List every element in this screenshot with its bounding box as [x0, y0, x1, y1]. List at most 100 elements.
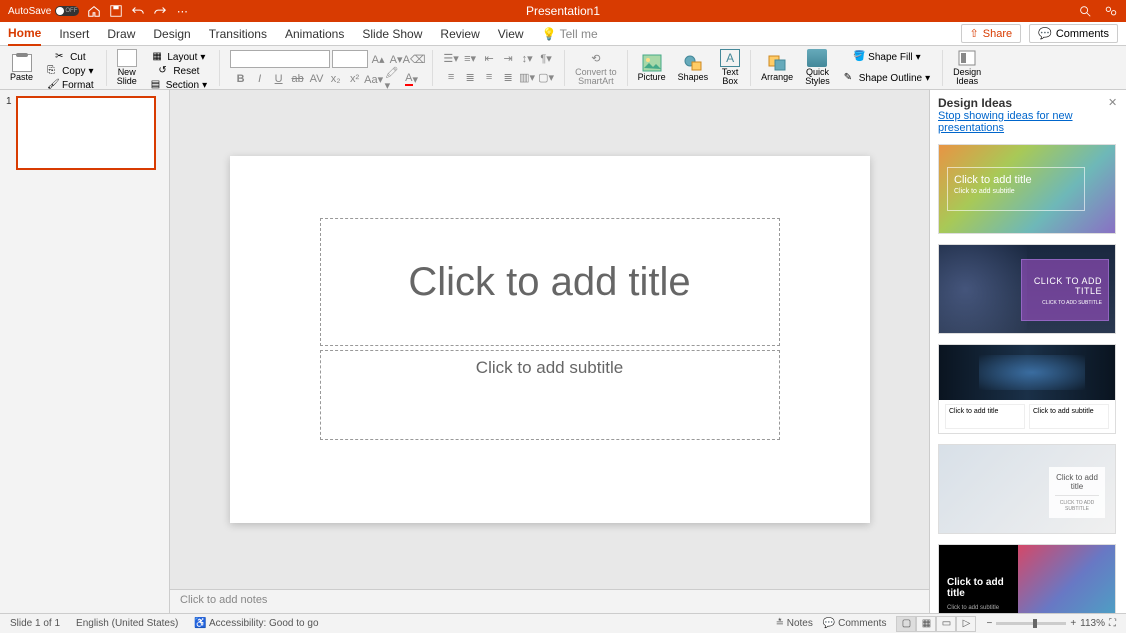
- close-panel-button[interactable]: ✕: [1108, 96, 1120, 108]
- increase-indent-button[interactable]: ⇥: [500, 50, 516, 66]
- document-title: Presentation1: [526, 4, 600, 18]
- shadow-button[interactable]: AV: [309, 71, 325, 87]
- design-idea-4[interactable]: Click to add titleCLICK TO ADD SUBTITLE: [938, 444, 1116, 534]
- align-right-button[interactable]: ≡: [481, 69, 497, 85]
- slide-thumbnail-1[interactable]: [16, 96, 156, 170]
- columns-button[interactable]: ▥▾: [519, 69, 535, 85]
- comments-button[interactable]: 💬 Comments: [1029, 24, 1118, 43]
- sorter-view-button[interactable]: ▦: [916, 616, 936, 632]
- design-idea-5[interactable]: Click to add titleClick to add subtitle: [938, 544, 1116, 613]
- copy-button[interactable]: ⎘Copy ▾: [45, 64, 95, 78]
- increase-font-button[interactable]: A▴: [370, 51, 386, 67]
- account-icon[interactable]: [1104, 4, 1118, 18]
- clear-format-button[interactable]: A⌫: [406, 51, 422, 67]
- tab-review[interactable]: Review: [440, 23, 479, 45]
- align-left-button[interactable]: ≡: [443, 69, 459, 85]
- search-icon[interactable]: [1078, 4, 1092, 18]
- panel-title: Design Ideas: [938, 96, 1118, 110]
- slide-counter: Slide 1 of 1: [10, 618, 60, 629]
- notes-pane[interactable]: Click to add notes: [170, 589, 929, 613]
- thumb-number: 1: [6, 96, 12, 170]
- bullets-button[interactable]: ☰▾: [443, 50, 459, 66]
- comments-toggle[interactable]: 💬 Comments: [823, 618, 887, 629]
- normal-view-button[interactable]: ▢: [896, 616, 916, 632]
- save-icon[interactable]: [109, 4, 123, 18]
- align-center-button[interactable]: ≣: [462, 69, 478, 85]
- statusbar: Slide 1 of 1 English (United States) ♿ A…: [0, 613, 1126, 633]
- bucket-icon: 🪣: [853, 51, 865, 63]
- underline-button[interactable]: U: [271, 71, 287, 87]
- cut-button[interactable]: ✂Cut: [53, 50, 88, 64]
- tab-animations[interactable]: Animations: [285, 23, 344, 45]
- zoom-out-button[interactable]: −: [986, 618, 992, 629]
- reading-view-button[interactable]: ▭: [936, 616, 956, 632]
- fit-to-window-button[interactable]: ⛶: [1109, 618, 1116, 629]
- autosave-toggle[interactable]: AutoSave OFF: [8, 6, 79, 17]
- strike-button[interactable]: ab: [290, 71, 306, 87]
- font-family-select[interactable]: [230, 50, 330, 68]
- language-status[interactable]: English (United States): [76, 618, 178, 629]
- bold-button[interactable]: B: [233, 71, 249, 87]
- comment-icon: 💬: [1038, 27, 1052, 40]
- ribbon-tabs: Home Insert Draw Design Transitions Anim…: [0, 22, 1126, 46]
- align-text-button[interactable]: ▢▾: [538, 69, 554, 85]
- slide-thumbnails: 1: [0, 90, 170, 613]
- home-icon[interactable]: [87, 4, 101, 18]
- tab-slideshow[interactable]: Slide Show: [362, 23, 422, 45]
- share-button[interactable]: ⇧ Share: [961, 24, 1022, 43]
- paste-button[interactable]: Paste: [6, 52, 37, 84]
- title-placeholder[interactable]: Click to add title: [320, 218, 780, 346]
- titlebar: AutoSave OFF ⋯ Presentation1: [0, 0, 1126, 22]
- subscript-button[interactable]: x₂: [328, 71, 344, 87]
- picture-button[interactable]: Picture: [634, 52, 670, 84]
- decrease-indent-button[interactable]: ⇤: [481, 50, 497, 66]
- zoom-slider[interactable]: [996, 622, 1066, 625]
- shapes-button[interactable]: Shapes: [674, 52, 713, 84]
- redo-icon[interactable]: [153, 4, 167, 18]
- slideshow-view-button[interactable]: ▷: [956, 616, 976, 632]
- font-color-button[interactable]: A▾: [404, 71, 420, 87]
- slide[interactable]: Click to add title Click to add subtitle: [230, 156, 870, 523]
- superscript-button[interactable]: x²: [347, 71, 363, 87]
- reset-icon: ↺: [158, 65, 170, 77]
- tab-transitions[interactable]: Transitions: [209, 23, 267, 45]
- tab-tellme[interactable]: 💡 Tell me: [542, 23, 598, 45]
- tab-insert[interactable]: Insert: [59, 23, 89, 45]
- shape-outline-button[interactable]: ✎Shape Outline ▾: [842, 71, 932, 85]
- zoom-in-button[interactable]: +: [1070, 618, 1076, 629]
- subtitle-placeholder[interactable]: Click to add subtitle: [320, 350, 780, 440]
- design-idea-3[interactable]: Click to add titleClick to add subtitle: [938, 344, 1116, 434]
- change-case-button[interactable]: Aa▾: [366, 71, 382, 87]
- line-spacing-button[interactable]: ↕▾: [519, 50, 535, 66]
- tab-design[interactable]: Design: [153, 23, 190, 45]
- share-icon: ⇧: [970, 27, 979, 40]
- tab-draw[interactable]: Draw: [107, 23, 135, 45]
- numbering-button[interactable]: ≡▾: [462, 50, 478, 66]
- textbox-button[interactable]: A Text Box: [716, 47, 744, 88]
- undo-icon[interactable]: [131, 4, 145, 18]
- text-direction-button[interactable]: ¶▾: [538, 50, 554, 66]
- design-idea-2[interactable]: CLICK TO ADD TITLECLICK TO ADD SUBTITLE: [938, 244, 1116, 334]
- stop-showing-link[interactable]: Stop showing ideas for new presentations: [938, 110, 1118, 134]
- new-slide-button[interactable]: New Slide: [113, 47, 141, 88]
- slide-canvas[interactable]: Click to add title Click to add subtitle: [170, 90, 929, 589]
- design-idea-1[interactable]: Click to add titleClick to add subtitle: [938, 144, 1116, 234]
- shape-fill-button[interactable]: 🪣Shape Fill ▾: [851, 50, 923, 64]
- accessibility-status[interactable]: ♿ Accessibility: Good to go: [194, 618, 318, 629]
- quickstyles-button[interactable]: Quick Styles: [801, 47, 834, 88]
- more-icon[interactable]: ⋯: [175, 4, 189, 18]
- italic-button[interactable]: I: [252, 71, 268, 87]
- zoom-level[interactable]: 113%: [1080, 618, 1105, 629]
- tab-view[interactable]: View: [498, 23, 524, 45]
- justify-button[interactable]: ≣: [500, 69, 516, 85]
- scissors-icon: ✂: [55, 51, 67, 63]
- highlight-button[interactable]: 🖍▾: [385, 71, 401, 87]
- font-size-select[interactable]: [332, 50, 368, 68]
- tab-home[interactable]: Home: [8, 22, 41, 46]
- arrange-button[interactable]: Arrange: [757, 52, 797, 84]
- smartart-button[interactable]: ⟲ Convert to SmartArt: [571, 47, 621, 88]
- layout-button[interactable]: ▦Layout ▾: [150, 50, 207, 64]
- notes-toggle[interactable]: ≛ Notes: [776, 618, 813, 629]
- design-ideas-button[interactable]: Design Ideas: [949, 47, 985, 88]
- reset-button[interactable]: ↺Reset: [156, 64, 201, 78]
